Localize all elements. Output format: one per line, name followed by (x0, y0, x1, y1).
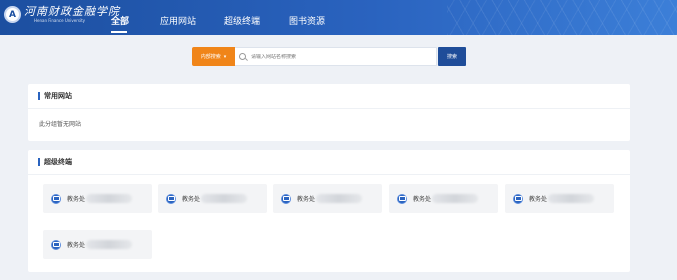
redacted-name (316, 194, 363, 203)
redacted-name (86, 194, 133, 203)
logo-seal-icon: A (4, 6, 21, 23)
chevron-down-icon: ▾ (223, 53, 227, 60)
super-terminal-title: 超级终端 (38, 158, 72, 166)
header-decoration (447, 0, 677, 35)
terminal-item-label: 教务处 (529, 196, 548, 203)
search-bar: 内部搜索 ▾ 搜索 (192, 47, 466, 66)
search-scope-label: 内部搜索 (200, 54, 221, 60)
common-sites-title: 常用网站 (38, 92, 72, 100)
nav-tab-apps[interactable]: 应用网站 (160, 14, 196, 27)
active-tab-indicator (111, 31, 127, 33)
university-logo[interactable]: A 河南财政金融学院 Henan Finance University (4, 6, 120, 23)
terminal-app-icon (166, 193, 176, 204)
search-icon (239, 53, 246, 60)
terminal-item[interactable]: 教务处 (43, 230, 152, 259)
redacted-name (86, 240, 133, 249)
terminal-item[interactable]: 教务处 (158, 184, 267, 213)
logo-subtitle: Henan Finance University (34, 18, 86, 23)
terminal-app-icon (513, 193, 523, 204)
terminal-item-label: 教务处 (67, 196, 86, 203)
terminal-item[interactable]: 教务处 (273, 184, 382, 213)
redacted-name (432, 194, 479, 203)
super-terminal-panel: 超级终端 教务处 教务处 教务处 教务处 教务处 教务处 (28, 150, 630, 272)
divider (28, 108, 630, 109)
terminal-item-label: 教务处 (297, 196, 316, 203)
terminal-item-label: 教务处 (67, 242, 86, 249)
terminal-item-label: 教务处 (413, 196, 432, 203)
search-button[interactable]: 搜索 (438, 47, 466, 66)
terminal-item-label: 教务处 (182, 196, 201, 203)
terminal-app-icon (51, 193, 61, 204)
terminal-item[interactable]: 教务处 (505, 184, 614, 213)
nav-tab-all[interactable]: 全部 (111, 14, 129, 27)
nav-tab-library[interactable]: 图书资源 (289, 14, 325, 27)
top-header: A 河南财政金融学院 Henan Finance University 全部 应… (0, 0, 677, 35)
terminal-app-icon (397, 193, 407, 204)
divider (28, 174, 630, 175)
logo-text: 河南财政金融学院 Henan Finance University (24, 5, 120, 24)
empty-group-message: 此分组暂无网站 (39, 121, 82, 128)
logo-name: 河南财政金融学院 (24, 5, 120, 18)
search-input-box[interactable] (235, 47, 437, 66)
terminal-item[interactable]: 教务处 (389, 184, 498, 213)
terminal-app-icon (281, 193, 291, 204)
search-scope-dropdown[interactable]: 内部搜索 ▾ (192, 47, 235, 66)
search-input[interactable] (251, 53, 431, 60)
redacted-name (548, 194, 595, 203)
terminal-item[interactable]: 教务处 (43, 184, 152, 213)
redacted-name (201, 194, 248, 203)
nav-tab-super-terminal[interactable]: 超级终端 (224, 14, 260, 27)
common-sites-panel: 常用网站 此分组暂无网站 (28, 84, 630, 141)
terminal-app-icon (51, 239, 61, 250)
